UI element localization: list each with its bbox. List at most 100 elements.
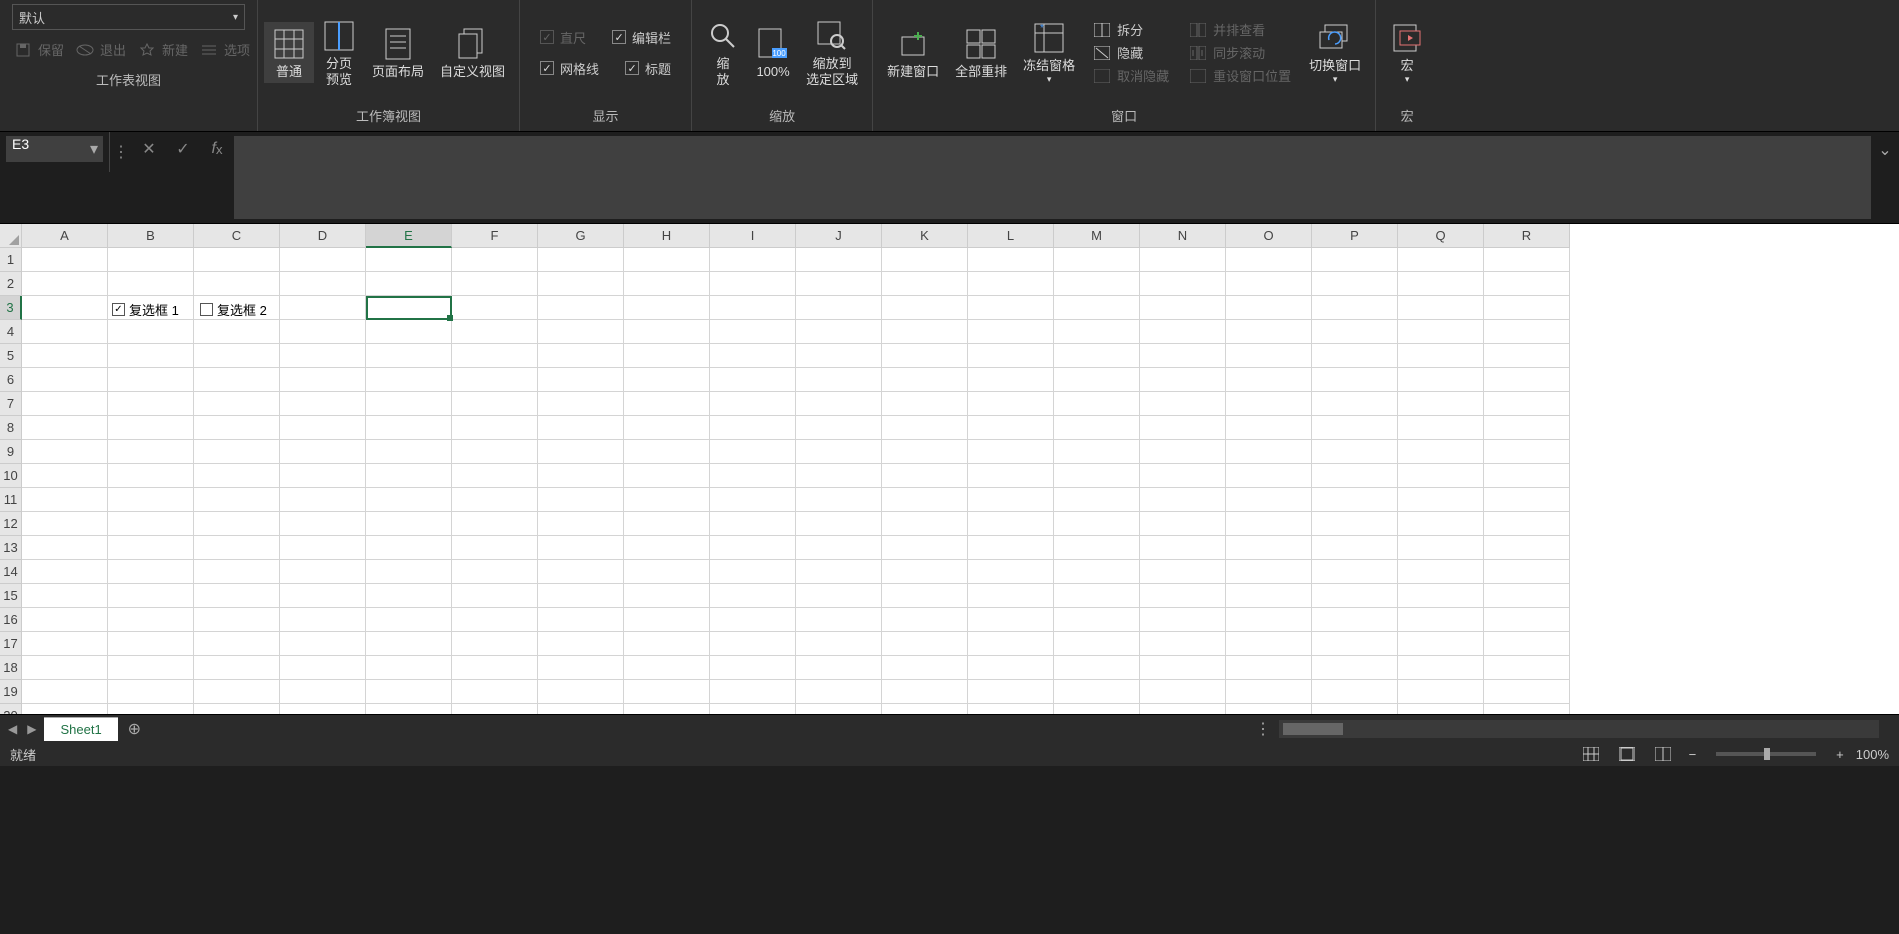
cell-M9[interactable] bbox=[1054, 440, 1140, 464]
cell-H20[interactable] bbox=[624, 704, 710, 714]
cell-G19[interactable] bbox=[538, 680, 624, 704]
row-header-10[interactable]: 10 bbox=[0, 464, 22, 488]
cell-I17[interactable] bbox=[710, 632, 796, 656]
cell-J13[interactable] bbox=[796, 536, 882, 560]
cell-F2[interactable] bbox=[452, 272, 538, 296]
cell-M5[interactable] bbox=[1054, 344, 1140, 368]
cell-P1[interactable] bbox=[1312, 248, 1398, 272]
cell-D4[interactable] bbox=[280, 320, 366, 344]
cell-I15[interactable] bbox=[710, 584, 796, 608]
cell-R16[interactable] bbox=[1484, 608, 1570, 632]
page-layout-statusbtn[interactable] bbox=[1613, 744, 1641, 764]
cell-Q12[interactable] bbox=[1398, 512, 1484, 536]
cell-D20[interactable] bbox=[280, 704, 366, 714]
cell-L17[interactable] bbox=[968, 632, 1054, 656]
switch-window-button[interactable]: 切换窗口 ▾ bbox=[1301, 16, 1369, 89]
row-header-13[interactable]: 13 bbox=[0, 536, 22, 560]
cell-K3[interactable] bbox=[882, 296, 968, 320]
cell-I2[interactable] bbox=[710, 272, 796, 296]
cell-H3[interactable] bbox=[624, 296, 710, 320]
cell-L12[interactable] bbox=[968, 512, 1054, 536]
cell-B18[interactable] bbox=[108, 656, 194, 680]
cell-O14[interactable] bbox=[1226, 560, 1312, 584]
cell-P7[interactable] bbox=[1312, 392, 1398, 416]
cell-C10[interactable] bbox=[194, 464, 280, 488]
cell-H10[interactable] bbox=[624, 464, 710, 488]
cell-K19[interactable] bbox=[882, 680, 968, 704]
cell-R13[interactable] bbox=[1484, 536, 1570, 560]
cell-L1[interactable] bbox=[968, 248, 1054, 272]
cell-H19[interactable] bbox=[624, 680, 710, 704]
cell-O1[interactable] bbox=[1226, 248, 1312, 272]
cell-Q14[interactable] bbox=[1398, 560, 1484, 584]
cell-D16[interactable] bbox=[280, 608, 366, 632]
cell-A1[interactable] bbox=[22, 248, 108, 272]
cell-N13[interactable] bbox=[1140, 536, 1226, 560]
cell-P8[interactable] bbox=[1312, 416, 1398, 440]
cell-J7[interactable] bbox=[796, 392, 882, 416]
cell-D9[interactable] bbox=[280, 440, 366, 464]
cell-M17[interactable] bbox=[1054, 632, 1140, 656]
cell-R5[interactable] bbox=[1484, 344, 1570, 368]
cell-I10[interactable] bbox=[710, 464, 796, 488]
zoom-in-button[interactable]: + bbox=[1832, 747, 1848, 762]
cell-O17[interactable] bbox=[1226, 632, 1312, 656]
cell-I11[interactable] bbox=[710, 488, 796, 512]
zoom-slider-thumb[interactable] bbox=[1764, 748, 1770, 760]
row-header-1[interactable]: 1 bbox=[0, 248, 22, 272]
cell-R20[interactable] bbox=[1484, 704, 1570, 714]
cell-E2[interactable] bbox=[366, 272, 452, 296]
cell-F3[interactable] bbox=[452, 296, 538, 320]
row-header-6[interactable]: 6 bbox=[0, 368, 22, 392]
name-box-dropdown[interactable]: ▾ bbox=[85, 136, 103, 162]
cell-K6[interactable] bbox=[882, 368, 968, 392]
cell-E18[interactable] bbox=[366, 656, 452, 680]
normal-view-statusbtn[interactable] bbox=[1577, 744, 1605, 764]
cell-J5[interactable] bbox=[796, 344, 882, 368]
cell-C1[interactable] bbox=[194, 248, 280, 272]
column-header-O[interactable]: O bbox=[1226, 224, 1312, 248]
cell-F8[interactable] bbox=[452, 416, 538, 440]
cell-O2[interactable] bbox=[1226, 272, 1312, 296]
cell-K1[interactable] bbox=[882, 248, 968, 272]
page-break-button[interactable]: 分页 预览 bbox=[314, 14, 364, 91]
cell-P5[interactable] bbox=[1312, 344, 1398, 368]
cell-M15[interactable] bbox=[1054, 584, 1140, 608]
cell-Q4[interactable] bbox=[1398, 320, 1484, 344]
cell-J10[interactable] bbox=[796, 464, 882, 488]
cell-R14[interactable] bbox=[1484, 560, 1570, 584]
cell-Q1[interactable] bbox=[1398, 248, 1484, 272]
row-header-5[interactable]: 5 bbox=[0, 344, 22, 368]
sheet-options[interactable]: ⋮ bbox=[1255, 719, 1271, 739]
cell-J2[interactable] bbox=[796, 272, 882, 296]
cell-M18[interactable] bbox=[1054, 656, 1140, 680]
horizontal-scroll-thumb[interactable] bbox=[1283, 723, 1343, 735]
cell-K13[interactable] bbox=[882, 536, 968, 560]
cell-R12[interactable] bbox=[1484, 512, 1570, 536]
cell-B17[interactable] bbox=[108, 632, 194, 656]
cell-M13[interactable] bbox=[1054, 536, 1140, 560]
cell-M14[interactable] bbox=[1054, 560, 1140, 584]
row-header-19[interactable]: 19 bbox=[0, 680, 22, 704]
cell-H5[interactable] bbox=[624, 344, 710, 368]
split-button[interactable]: 拆分 bbox=[1087, 18, 1175, 41]
cell-P4[interactable] bbox=[1312, 320, 1398, 344]
cell-B11[interactable] bbox=[108, 488, 194, 512]
enter-formula-button[interactable]: ✓ bbox=[166, 136, 200, 162]
cell-E9[interactable] bbox=[366, 440, 452, 464]
cell-A15[interactable] bbox=[22, 584, 108, 608]
cell-I9[interactable] bbox=[710, 440, 796, 464]
cell-N10[interactable] bbox=[1140, 464, 1226, 488]
cell-J12[interactable] bbox=[796, 512, 882, 536]
cell-Q13[interactable] bbox=[1398, 536, 1484, 560]
cell-O13[interactable] bbox=[1226, 536, 1312, 560]
view-style-combo[interactable]: 默认 ▾ bbox=[12, 4, 245, 30]
row-header-2[interactable]: 2 bbox=[0, 272, 22, 296]
cell-I4[interactable] bbox=[710, 320, 796, 344]
cell-A10[interactable] bbox=[22, 464, 108, 488]
column-header-M[interactable]: M bbox=[1054, 224, 1140, 248]
cell-P9[interactable] bbox=[1312, 440, 1398, 464]
cell-M12[interactable] bbox=[1054, 512, 1140, 536]
sheet-nav-prev[interactable]: ◀ bbox=[8, 722, 17, 736]
cell-E12[interactable] bbox=[366, 512, 452, 536]
